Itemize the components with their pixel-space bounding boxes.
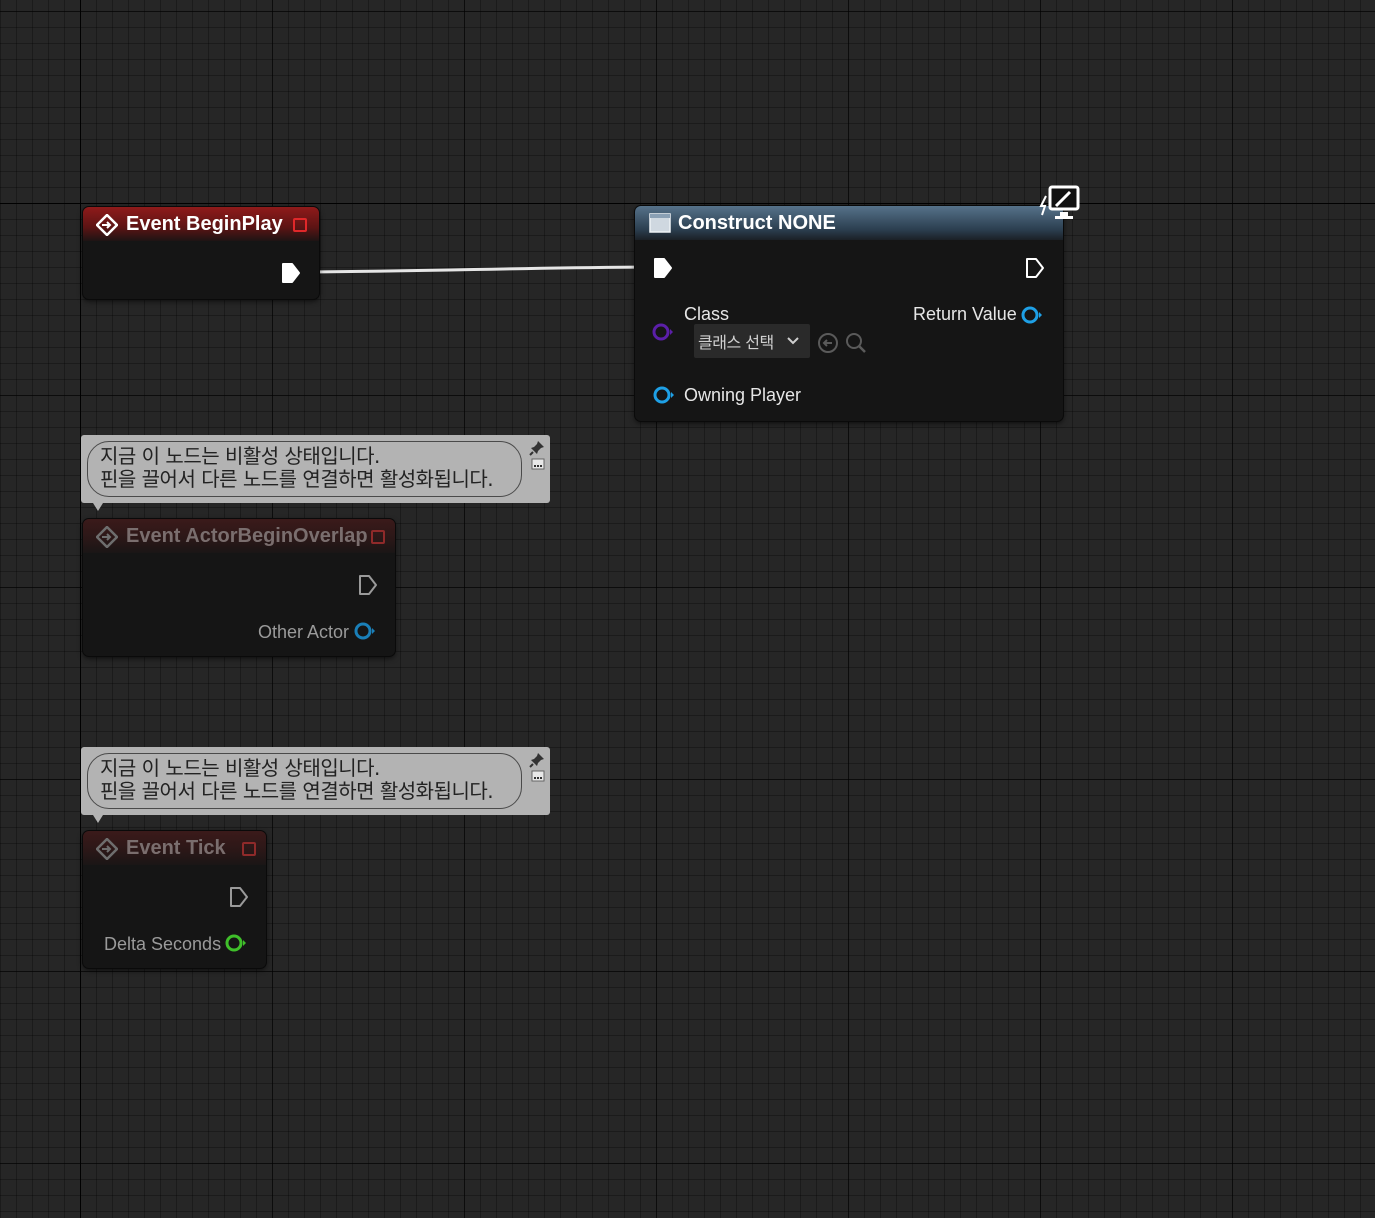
pin-comment-icon[interactable] xyxy=(529,752,545,768)
comment-line: 지금 이 노드는 비활성 상태입니다. xyxy=(100,756,380,780)
node-title: Event Tick xyxy=(126,836,226,859)
delta-seconds-label: Delta Seconds xyxy=(104,934,222,954)
node-header[interactable]: Construct NONE xyxy=(635,206,1063,240)
exec-output-pin[interactable] xyxy=(229,886,249,908)
node-header[interactable]: Event Tick xyxy=(83,831,266,865)
comment-bubble-toggle-icon[interactable] xyxy=(531,457,545,471)
bubble-tail xyxy=(93,503,103,511)
bubble-tail xyxy=(93,815,103,823)
return-value-label: Return Value xyxy=(913,304,1017,324)
exec-output-pin[interactable] xyxy=(358,574,378,596)
class-input-pin[interactable] xyxy=(652,323,674,341)
comment-text: 지금 이 노드는 비활성 상태입니다. 핀을 끌어서 다른 노드를 연결하면 활… xyxy=(87,441,522,497)
node-title: Event BeginPlay xyxy=(126,212,283,235)
owning-player-pin[interactable] xyxy=(653,386,675,404)
pin-comment-icon[interactable] xyxy=(529,440,545,456)
use-selected-arrow-icon[interactable] xyxy=(817,332,839,354)
delta-seconds-pin[interactable] xyxy=(225,934,247,952)
node-header[interactable]: Event ActorBeginOverlap xyxy=(83,519,395,553)
class-select-value: 클래스 선택 xyxy=(698,333,774,352)
comment-text: 지금 이 노드는 비활성 상태입니다. 핀을 끌어서 다른 노드를 연결하면 활… xyxy=(87,753,522,809)
exec-output-pin[interactable] xyxy=(1025,257,1045,279)
exec-output-pin[interactable] xyxy=(281,262,301,284)
return-value-pin[interactable] xyxy=(1021,306,1043,324)
event-tick-node[interactable]: Event Tick Delta Seconds xyxy=(83,831,266,968)
comment-line: 핀을 끌어서 다른 노드를 연결하면 활성화됩니다. xyxy=(100,467,494,491)
comment-line: 핀을 끌어서 다른 노드를 연결하면 활성화됩니다. xyxy=(100,779,494,803)
delegate-pin[interactable] xyxy=(293,218,307,232)
comment-line: 지금 이 노드는 비활성 상태입니다. xyxy=(100,444,380,468)
disabled-comment-bubble[interactable]: 지금 이 노드는 비활성 상태입니다. 핀을 끌어서 다른 노드를 연결하면 활… xyxy=(81,435,550,511)
delegate-pin[interactable] xyxy=(371,530,385,544)
other-actor-pin[interactable] xyxy=(354,622,376,640)
node-title: Event ActorBeginOverlap xyxy=(126,524,368,547)
event-diamond-icon xyxy=(96,526,118,548)
class-select-dropdown[interactable]: 클래스 선택 xyxy=(694,324,810,358)
owning-player-label: Owning Player xyxy=(684,385,802,405)
comment-bubble-toggle-icon[interactable] xyxy=(531,769,545,783)
delegate-pin[interactable] xyxy=(242,842,256,856)
exec-input-pin[interactable] xyxy=(653,257,673,279)
chevron-down-icon xyxy=(787,337,799,345)
event-beginplay-node[interactable]: Event BeginPlay xyxy=(83,207,319,299)
widget-function-icon xyxy=(649,213,671,233)
disabled-comment-bubble[interactable]: 지금 이 노드는 비활성 상태입니다. 핀을 끌어서 다른 노드를 연결하면 활… xyxy=(81,747,550,823)
node-title: Construct NONE xyxy=(678,211,836,234)
grid-axis-vertical xyxy=(80,0,81,1218)
class-pin-label: Class xyxy=(684,304,730,324)
widget-monitor-icon xyxy=(1039,185,1080,219)
grid-axis-horizontal xyxy=(0,203,1375,204)
event-diamond-icon xyxy=(96,838,118,860)
event-actor-begin-overlap-node[interactable]: Event ActorBeginOverlap Other Actor xyxy=(83,519,395,656)
node-header[interactable]: Event BeginPlay xyxy=(83,207,319,241)
search-icon[interactable] xyxy=(845,332,867,354)
event-diamond-icon xyxy=(96,214,118,236)
construct-widget-node[interactable]: Construct NONE Class 클래스 선택 Return Value xyxy=(635,185,1080,421)
other-actor-label: Other Actor xyxy=(258,622,350,642)
